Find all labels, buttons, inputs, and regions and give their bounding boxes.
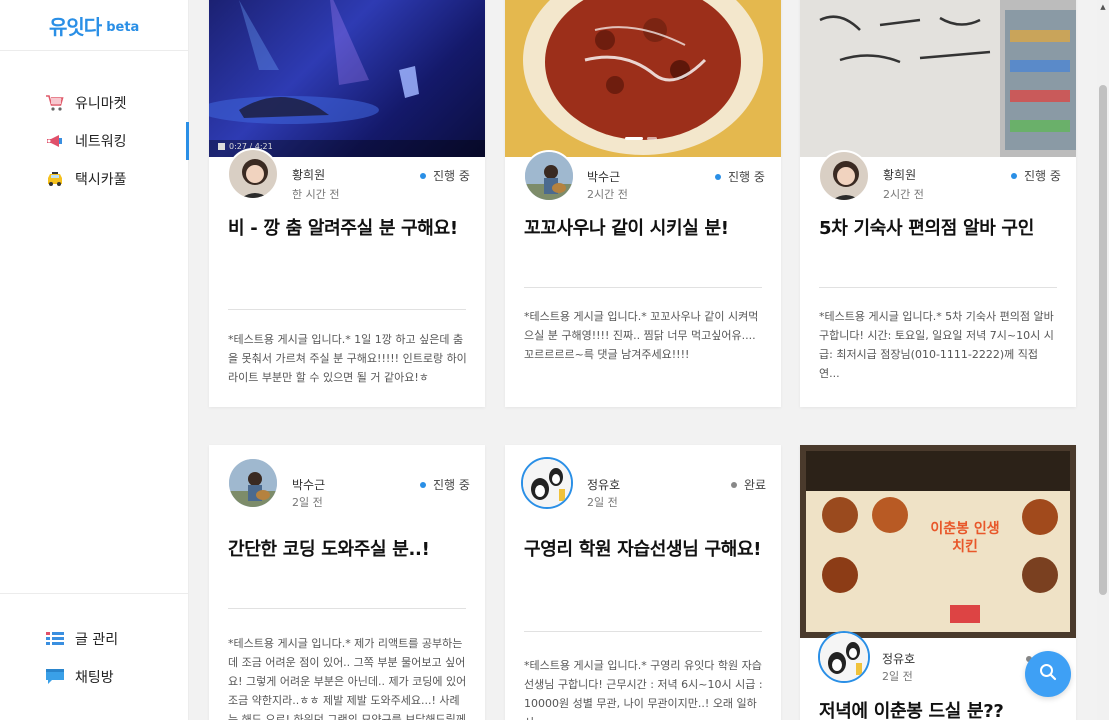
status-dot [420,172,426,179]
status-label: 진행 중 [433,169,470,183]
post-grid: 0:27 / 4:21 황희원 한 시간 전 진행 중 비 - 깡 춤 알려주실… [189,0,1097,720]
author-name: 정유호 [882,652,916,666]
status-badge: 진행 중 [420,476,470,493]
author-name: 정유호 [587,478,621,492]
post-title[interactable]: 간단한 코딩 도와주실 분..! [228,539,468,561]
status-badge: 완료 [731,476,766,493]
nav-label: 택시카풀 [75,172,127,188]
status-label: 진행 중 [433,478,470,492]
status-label: 진행 중 [728,170,765,184]
post-card[interactable]: 박수근 2일 전 진행 중 간단한 코딩 도와주실 분..! *테스트용 게시글… [209,445,485,720]
post-title[interactable]: 저녁에 이춘봉 드실 분?? [819,701,1059,720]
status-badge: 진행 중 [420,167,470,184]
taxi-icon [45,169,65,189]
status-label: 완료 [744,478,767,492]
post-card[interactable]: 황희원 2시간 전 진행 중 5차 기숙사 편의점 알바 구인 *테스트용 게시… [800,0,1076,407]
avatar [818,631,870,683]
author-name: 황희원 [883,168,917,182]
search-icon [1039,663,1057,685]
post-time: 2일 전 [587,496,618,509]
status-badge: 진행 중 [1011,167,1061,184]
nav-label: 글 관리 [75,632,119,648]
nav-item-taxi[interactable]: 택시카풀 [0,160,189,198]
scroll-up-icon[interactable]: ▲ [1097,0,1109,14]
main-nav: 유니마켓 네트워킹 택시카풀 [0,84,189,198]
brand-logo[interactable]: 유잇다 beta [0,0,188,51]
nav-item-chat[interactable]: 채팅방 [0,658,189,696]
dance-stage-photo: 0:27 / 4:21 [209,0,485,157]
cart-icon [45,93,65,113]
nav-item-manage-posts[interactable]: 글 관리 [0,620,189,658]
author-name: 황희원 [292,168,326,182]
page-scrollbar[interactable]: ▲ [1097,0,1109,720]
avatar [818,150,870,202]
post-title[interactable]: 비 - 깡 춤 알려주실 분 구해요! [228,218,468,240]
nav-label: 채팅방 [75,670,114,686]
convenience-store-photo [800,0,1076,157]
status-dot [715,173,721,180]
brand-beta-label: beta [106,19,140,35]
nav-label: 네트워킹 [75,134,127,150]
avatar [521,457,573,509]
bottom-nav: 글 관리 채팅방 [0,620,189,696]
card-divider [819,287,1057,288]
chicken-dish-photo [505,0,781,157]
avatar [227,148,279,200]
post-excerpt: *테스트용 게시글 입니다.* 제가 리액트를 공부하는데 조금 어려운 점이 … [228,637,467,720]
avatar [227,457,279,509]
status-dot [731,481,737,488]
status-dot [1011,172,1017,179]
nav-item-unimarket[interactable]: 유니마켓 [0,84,189,122]
nav-label: 유니마켓 [75,96,127,112]
post-title[interactable]: 5차 기숙사 편의점 알바 구인 [819,218,1059,240]
author-name: 박수근 [587,170,621,184]
search-fab-button[interactable] [1025,651,1071,697]
scrollbar-thumb[interactable] [1099,85,1107,595]
post-time: 2시간 전 [587,188,628,201]
post-time: 한 시간 전 [292,188,340,201]
post-card[interactable]: 박수근 2시간 전 진행 중 꼬꼬사우나 같이 시키실 분! *테스트용 게시글… [505,0,781,407]
card-divider [524,631,762,632]
card-divider [228,309,466,310]
chicken-menu-photo: 이춘봉 인생치킨 [800,445,1076,638]
list-icon [45,629,65,649]
avatar [523,150,575,202]
author-name: 박수근 [292,478,326,492]
brand-name: 유잇다 [49,14,102,39]
status-label: 진행 중 [1024,169,1061,183]
megaphone-icon [45,131,65,151]
status-badge: 진행 중 [715,168,765,185]
post-excerpt: *테스트용 게시글 입니다.* 구영리 유잇다 학원 자습선생님 구합니다! 근… [524,659,763,720]
card-divider [228,608,466,609]
post-time: 2일 전 [882,670,913,683]
speaker-icon[interactable] [218,143,225,150]
post-excerpt: *테스트용 게시글 입니다.* 5차 기숙사 편의점 알바 구합니다! 시간: … [819,310,1054,380]
post-excerpt: *테스트용 게시글 입니다.* 꼬꼬사우나 같이 시켜먹으실 분 구해영!!!!… [524,310,759,361]
post-title[interactable]: 꼬꼬사우나 같이 시키실 분! [524,218,764,240]
sidebar: 유잇다 beta 유니마켓 네트워킹 택시카풀 글 관리 채팅방 [0,0,189,720]
post-time: 2일 전 [292,496,323,509]
menu-title-text: 이춘봉 인생치킨 [930,521,1000,555]
status-dot [420,481,426,488]
post-title[interactable]: 구영리 학원 자습선생님 구해요! [524,539,764,561]
sidebar-divider [0,593,189,594]
nav-item-networking[interactable]: 네트워킹 [0,122,189,160]
chat-icon [45,667,65,687]
post-time: 2시간 전 [883,188,924,201]
post-card[interactable]: 0:27 / 4:21 황희원 한 시간 전 진행 중 비 - 깡 춤 알려주실… [209,0,485,407]
post-excerpt: *테스트용 게시글 입니다.* 1일 1깡 하고 싶은데 춤을 못춰서 가르쳐 … [228,333,467,384]
card-divider [524,287,762,288]
post-card[interactable]: 정유호 2일 전 완료 구영리 학원 자습선생님 구해요! *테스트용 게시글 … [505,445,781,720]
